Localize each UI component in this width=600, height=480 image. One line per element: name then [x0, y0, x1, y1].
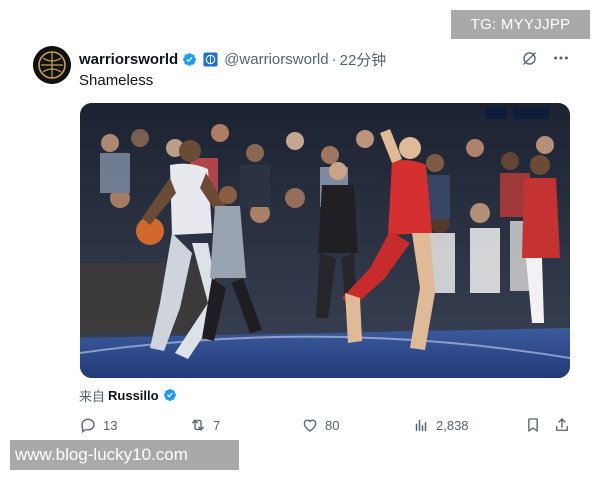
source-name[interactable]: Russillo: [108, 388, 159, 403]
display-name[interactable]: warriorsworld: [79, 51, 178, 68]
source-prefix: 来自: [79, 388, 106, 404]
tweet-card[interactable]: warriorsworld @warriorsworld · 22分钟 Sham…: [0, 0, 600, 480]
tweet-text: Shameless: [79, 72, 154, 89]
reply-icon: [79, 416, 97, 434]
timestamp[interactable]: 22分钟: [340, 49, 387, 70]
view-count: 2,838: [436, 417, 469, 433]
verified-badge-icon: [163, 388, 177, 402]
bookmark-icon: [524, 416, 542, 434]
like-button[interactable]: 80: [301, 414, 339, 436]
action-bar: 13 7 80 2,838: [79, 414, 569, 436]
more-icon[interactable]: [552, 49, 570, 67]
verified-badge-icon: [182, 52, 197, 67]
watermark-top: TG: MYYJJPP: [451, 10, 590, 39]
views-icon: [412, 416, 430, 434]
views-button[interactable]: 2,838: [412, 414, 469, 436]
handle[interactable]: @warriorsworld: [224, 51, 328, 68]
source-attribution: 来自 Russillo: [79, 385, 177, 405]
watermark-bottom: www.blog-lucky10.com: [10, 440, 239, 470]
repost-button[interactable]: 7: [189, 414, 220, 436]
share-button[interactable]: [553, 414, 577, 436]
header-actions: [521, 49, 570, 67]
bookmark-button[interactable]: [524, 414, 548, 436]
separator: ·: [331, 50, 337, 68]
repost-icon: [189, 416, 207, 434]
grok-icon[interactable]: [521, 50, 538, 67]
tweet-header: warriorsworld @warriorsworld · 22分钟: [79, 48, 386, 70]
share-icon: [553, 416, 571, 434]
repost-count: 7: [213, 417, 221, 433]
reply-button[interactable]: 13: [79, 414, 117, 436]
media-video[interactable]: [80, 103, 570, 378]
like-icon: [301, 416, 319, 434]
avatar[interactable]: [33, 46, 71, 84]
like-count: 80: [325, 417, 340, 433]
affiliate-badge-icon: [203, 51, 218, 67]
reply-count: 13: [103, 417, 118, 433]
